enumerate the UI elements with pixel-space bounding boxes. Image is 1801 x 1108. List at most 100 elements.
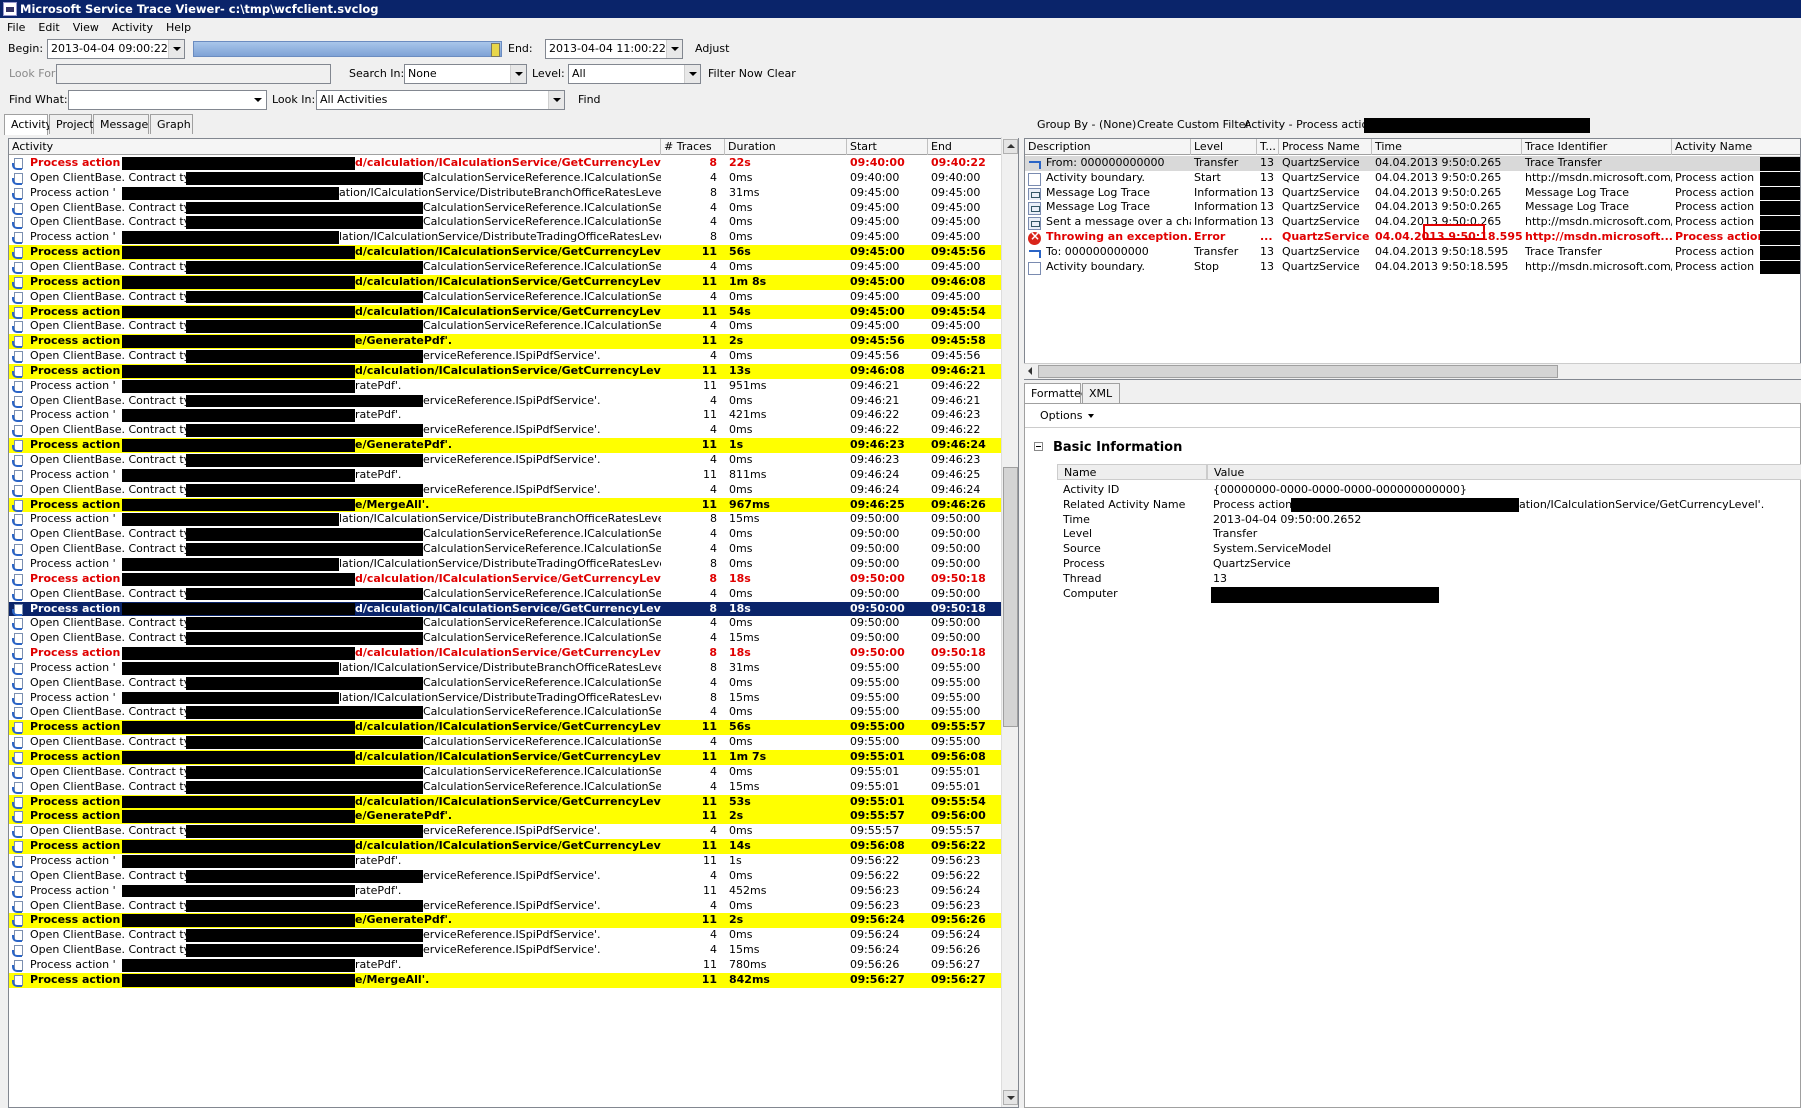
activity-row[interactable]: Open ClientBase. Contract type: ' Calcula… (9, 780, 1004, 795)
activity-row[interactable]: Open ClientBase. Contract type: ' Calcula… (9, 171, 1004, 186)
activity-row[interactable]: Process action ' d/calculation/ICalculati… (9, 156, 1004, 171)
activity-row[interactable]: Process action ' ratePdf'. 11 811ms 09:46:24… (9, 468, 1004, 483)
search-in-select[interactable]: None (404, 64, 527, 84)
col-activity[interactable]: Activity (9, 139, 661, 155)
col-start[interactable]: Start (847, 139, 928, 155)
activity-row[interactable]: Process action ' e/GeneratePdf'. 11 1s 09:46… (9, 438, 1004, 453)
col-thread[interactable]: T... (1257, 139, 1279, 155)
activity-row[interactable]: Open ClientBase. Contract type: ' erviceR… (9, 349, 1004, 364)
activity-row[interactable]: Open ClientBase. Contract type: ' erviceR… (9, 483, 1004, 498)
clear-button[interactable]: Clear (767, 62, 796, 86)
activity-row[interactable]: Open ClientBase. Contract type: ' erviceR… (9, 869, 1004, 884)
group-by-menu[interactable]: Group By - (None) (1037, 114, 1136, 136)
begin-date-picker[interactable]: 2013-04-04 09:00:22 (47, 39, 185, 59)
options-menu[interactable]: Options (1040, 409, 1082, 422)
activity-row[interactable]: Process action ' e/GeneratePdf'. 11 2s 09:56… (9, 913, 1004, 929)
activity-row[interactable]: Process action ' d/calculation/ICalculati… (9, 274, 1004, 290)
activity-row[interactable]: Open ClientBase. Contract type: ' Calcula… (9, 631, 1004, 646)
scroll-down-icon[interactable] (1003, 1090, 1018, 1105)
collapse-icon[interactable] (1034, 442, 1043, 451)
menu-file[interactable]: File (7, 21, 25, 34)
col-traces[interactable]: # Traces (661, 139, 725, 155)
col-activity-name[interactable]: Activity Name (1672, 139, 1800, 155)
trace-row[interactable]: Activity boundary. Stop 13 QuartzService 04.… (1025, 259, 1800, 275)
tab-activity[interactable]: Activity (4, 114, 52, 135)
scrollbar-thumb[interactable] (1003, 467, 1018, 727)
activity-row[interactable]: Process action ' e/MergeAll'. 11 967ms 09:46… (9, 497, 1004, 513)
activity-row[interactable]: Process action ' d/calculation/ICalculati… (9, 245, 1004, 260)
activity-row[interactable]: Process action ' lation/ICalculationServi… (9, 230, 1004, 245)
activity-row[interactable]: Open ClientBase. Contract type: ' erviceR… (9, 824, 1004, 839)
col-time[interactable]: Time (1372, 139, 1522, 155)
activity-row[interactable]: Process action ' d/calculation/ICalculati… (9, 794, 1004, 810)
activity-row[interactable]: Open ClientBase. Contract type: ' erviceR… (9, 423, 1004, 438)
basic-information-header[interactable]: Basic Information (1034, 440, 1182, 455)
activity-row[interactable]: Open ClientBase. Contract type: ' erviceR… (9, 943, 1004, 958)
filter-now-button[interactable]: Filter Now (708, 62, 763, 86)
activity-row[interactable]: Open ClientBase. Contract type: ' erviceR… (9, 394, 1004, 409)
activity-row[interactable]: Open ClientBase. Contract type: ' Calcula… (9, 676, 1004, 691)
activity-row[interactable]: Process action ' e/MergeAll'. 11 842ms 09:56… (9, 972, 1004, 988)
activity-row[interactable]: Process action ' ratePdf'. 11 780ms 09:56:26… (9, 958, 1004, 973)
scroll-up-icon[interactable] (1003, 139, 1018, 154)
activity-row[interactable]: Process action ' ratePdf'. 11 1s 09:56:22 09:… (9, 854, 1004, 869)
activity-row[interactable]: Open ClientBase. Contract type: ' Calcula… (9, 290, 1004, 305)
trace-row[interactable]: Message Log Trace Information 13 QuartzServ… (1025, 200, 1800, 216)
level-select[interactable]: All (568, 64, 701, 84)
activity-row[interactable]: Open ClientBase. Contract type: ' Calcula… (9, 542, 1004, 557)
chevron-down-icon[interactable] (1088, 414, 1095, 418)
activity-row[interactable]: Open ClientBase. Contract type: ' erviceR… (9, 899, 1004, 914)
chevron-down-icon[interactable] (510, 65, 526, 83)
trace-row[interactable]: Throwing an exception.Error...QuartzServ… (1025, 229, 1800, 245)
scroll-left-icon[interactable] (1025, 365, 1037, 378)
activity-row[interactable]: Process action ' d/calculation/ICalculati… (9, 646, 1004, 661)
activity-row[interactable]: Open ClientBase. Contract type: ' Calcula… (9, 705, 1004, 720)
activity-row[interactable]: Process action ' ation/ICalculationServic… (9, 186, 1004, 201)
trace-list-hscrollbar[interactable] (1024, 363, 1801, 379)
menu-help[interactable]: Help (166, 21, 191, 34)
activity-row[interactable]: Open ClientBase. Contract type: ' Calcula… (9, 765, 1004, 780)
chevron-down-icon[interactable] (684, 65, 700, 83)
trace-row[interactable]: Sent a message over a cha... Information 1… (1025, 215, 1800, 231)
activity-row[interactable]: Process action ' lation/ICalculationServi… (9, 691, 1004, 706)
adjust-button[interactable]: Adjust (695, 37, 729, 61)
activity-row[interactable]: Process action ' lation/ICalculationServi… (9, 512, 1004, 527)
menu-activity[interactable]: Activity (112, 21, 153, 34)
trace-row[interactable]: Activity boundary. Start 13 QuartzService 04… (1025, 170, 1800, 186)
activity-row[interactable]: Process action ' e/GeneratePdf'. 11 2s 09:45… (9, 334, 1004, 350)
activity-row[interactable]: Process action ' d/calculation/ICalculati… (9, 750, 1004, 765)
chevron-down-icon[interactable] (250, 91, 266, 109)
trace-row[interactable]: From: 000000000000 Transfer 13 QuartzServic… (1025, 156, 1800, 171)
activity-row[interactable]: Process action ' ratePdf'. 11 421ms 09:46:22… (9, 408, 1004, 423)
tab-project[interactable]: Project (49, 114, 94, 134)
activity-row[interactable]: Open ClientBase. Contract type: ' Calcula… (9, 260, 1004, 275)
menu-view[interactable]: View (73, 21, 99, 34)
create-custom-filter-button[interactable]: Create Custom Filter (1137, 114, 1250, 136)
time-range-slider[interactable] (193, 41, 502, 57)
activity-list-scrollbar[interactable] (1001, 137, 1018, 1107)
activity-row[interactable]: Process action ' ratePdf'. 11 951ms 09:46:21… (9, 379, 1004, 394)
look-in-select[interactable]: All Activities (316, 90, 565, 110)
activity-row[interactable]: Open ClientBase. Contract type: ' erviceR… (9, 928, 1004, 943)
activity-row[interactable]: Process action ' lation/ICalculationServi… (9, 661, 1004, 676)
trace-row[interactable]: To: 000000000000 Transfer 13 QuartzService 0… (1025, 244, 1800, 260)
col-description[interactable]: Description (1025, 139, 1191, 155)
scrollbar-thumb[interactable] (1038, 365, 1558, 378)
activity-row[interactable]: Process action ' lation/ICalculationServi… (9, 557, 1004, 572)
activity-row[interactable]: Process action ' d/calculation/ICalculati… (9, 572, 1004, 587)
end-date-picker[interactable]: 2013-04-04 11:00:22 (545, 39, 683, 59)
tab-message[interactable]: Message (93, 114, 149, 134)
activity-row[interactable]: Process action ' d/calculation/ICalculati… (9, 839, 1004, 854)
col-process-name[interactable]: Process Name (1279, 139, 1372, 155)
activity-row[interactable]: Process action ' d/calculation/ICalculati… (9, 720, 1004, 736)
activity-row[interactable]: Open ClientBase. Contract type: ' Calcula… (9, 616, 1004, 631)
activity-row[interactable]: Process action ' e/GeneratePdf'. 11 2s 09:55… (9, 809, 1004, 825)
col-duration[interactable]: Duration (725, 139, 847, 155)
tab-xml[interactable]: XML (1082, 383, 1120, 403)
activity-row[interactable]: Process action ' d/calculation/ICalculati… (9, 601, 1004, 617)
menu-edit[interactable]: Edit (38, 21, 59, 34)
tab-graph[interactable]: Graph (150, 114, 193, 134)
chevron-down-icon[interactable] (168, 40, 184, 58)
chevron-down-icon[interactable] (548, 91, 564, 109)
find-what-input[interactable] (68, 90, 267, 110)
